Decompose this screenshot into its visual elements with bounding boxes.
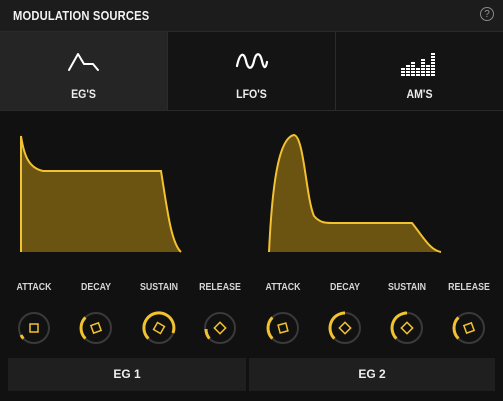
eg1-sustain-control: SUSTAIN bbox=[129, 281, 189, 344]
tab-lfos-label: LFO'S bbox=[236, 87, 267, 101]
eg1-envelope-graph[interactable] bbox=[15, 128, 185, 258]
panel-title: MODULATION SOURCES bbox=[13, 8, 150, 23]
eg1-decay-label: DECAY bbox=[80, 281, 112, 293]
eg1-decay-knob[interactable] bbox=[77, 309, 115, 347]
eg1-attack-label: ATTACK bbox=[16, 281, 52, 293]
eg2-sustain-control: SUSTAIN bbox=[377, 281, 437, 344]
tab-egs[interactable]: EG'S bbox=[0, 32, 168, 110]
eg2-release-knob[interactable] bbox=[450, 309, 488, 347]
eg2-attack-knob[interactable] bbox=[264, 309, 302, 347]
eg2-release-label: RELEASE bbox=[448, 281, 490, 293]
eg2-release-control: RELEASE bbox=[439, 281, 499, 344]
eg2-decay-label: DECAY bbox=[329, 281, 361, 293]
eg2-sustain-label: SUSTAIN bbox=[387, 281, 427, 293]
eg1-button[interactable]: EG 1 bbox=[8, 358, 246, 391]
eg2-button[interactable]: EG 2 bbox=[249, 358, 495, 391]
tab-ams-label: AM'S bbox=[406, 87, 433, 101]
eg2-sustain-knob[interactable] bbox=[388, 309, 426, 347]
eg1-sustain-knob[interactable] bbox=[140, 309, 178, 347]
tab-egs-label: EG'S bbox=[71, 87, 96, 101]
eg1-attack-control: ATTACK bbox=[4, 281, 64, 344]
eg2-attack-control: ATTACK bbox=[253, 281, 313, 344]
header-bar: MODULATION SOURCES ? bbox=[0, 0, 503, 31]
eg2-envelope-graph[interactable] bbox=[264, 128, 444, 258]
eg1-sustain-label: SUSTAIN bbox=[139, 281, 179, 293]
eg2-decay-control: DECAY bbox=[315, 281, 375, 344]
bar-meter-icon bbox=[400, 53, 435, 76]
tab-lfos[interactable]: LFO'S bbox=[168, 32, 336, 110]
sine-wave-icon bbox=[235, 53, 268, 69]
eg1-release-control: RELEASE bbox=[190, 281, 250, 344]
eg2-attack-label: ATTACK bbox=[265, 281, 301, 293]
eg1-attack-knob[interactable] bbox=[15, 309, 53, 347]
eg1-decay-control: DECAY bbox=[66, 281, 126, 344]
tab-ams[interactable]: AM'S bbox=[336, 32, 503, 110]
source-tabs: EG'S LFO'S AM'S bbox=[0, 31, 503, 111]
help-icon[interactable]: ? bbox=[480, 7, 494, 21]
envelope-icon bbox=[67, 53, 99, 71]
eg2-decay-knob[interactable] bbox=[326, 309, 364, 347]
eg1-release-knob[interactable] bbox=[201, 309, 239, 347]
eg1-release-label: RELEASE bbox=[199, 281, 241, 293]
